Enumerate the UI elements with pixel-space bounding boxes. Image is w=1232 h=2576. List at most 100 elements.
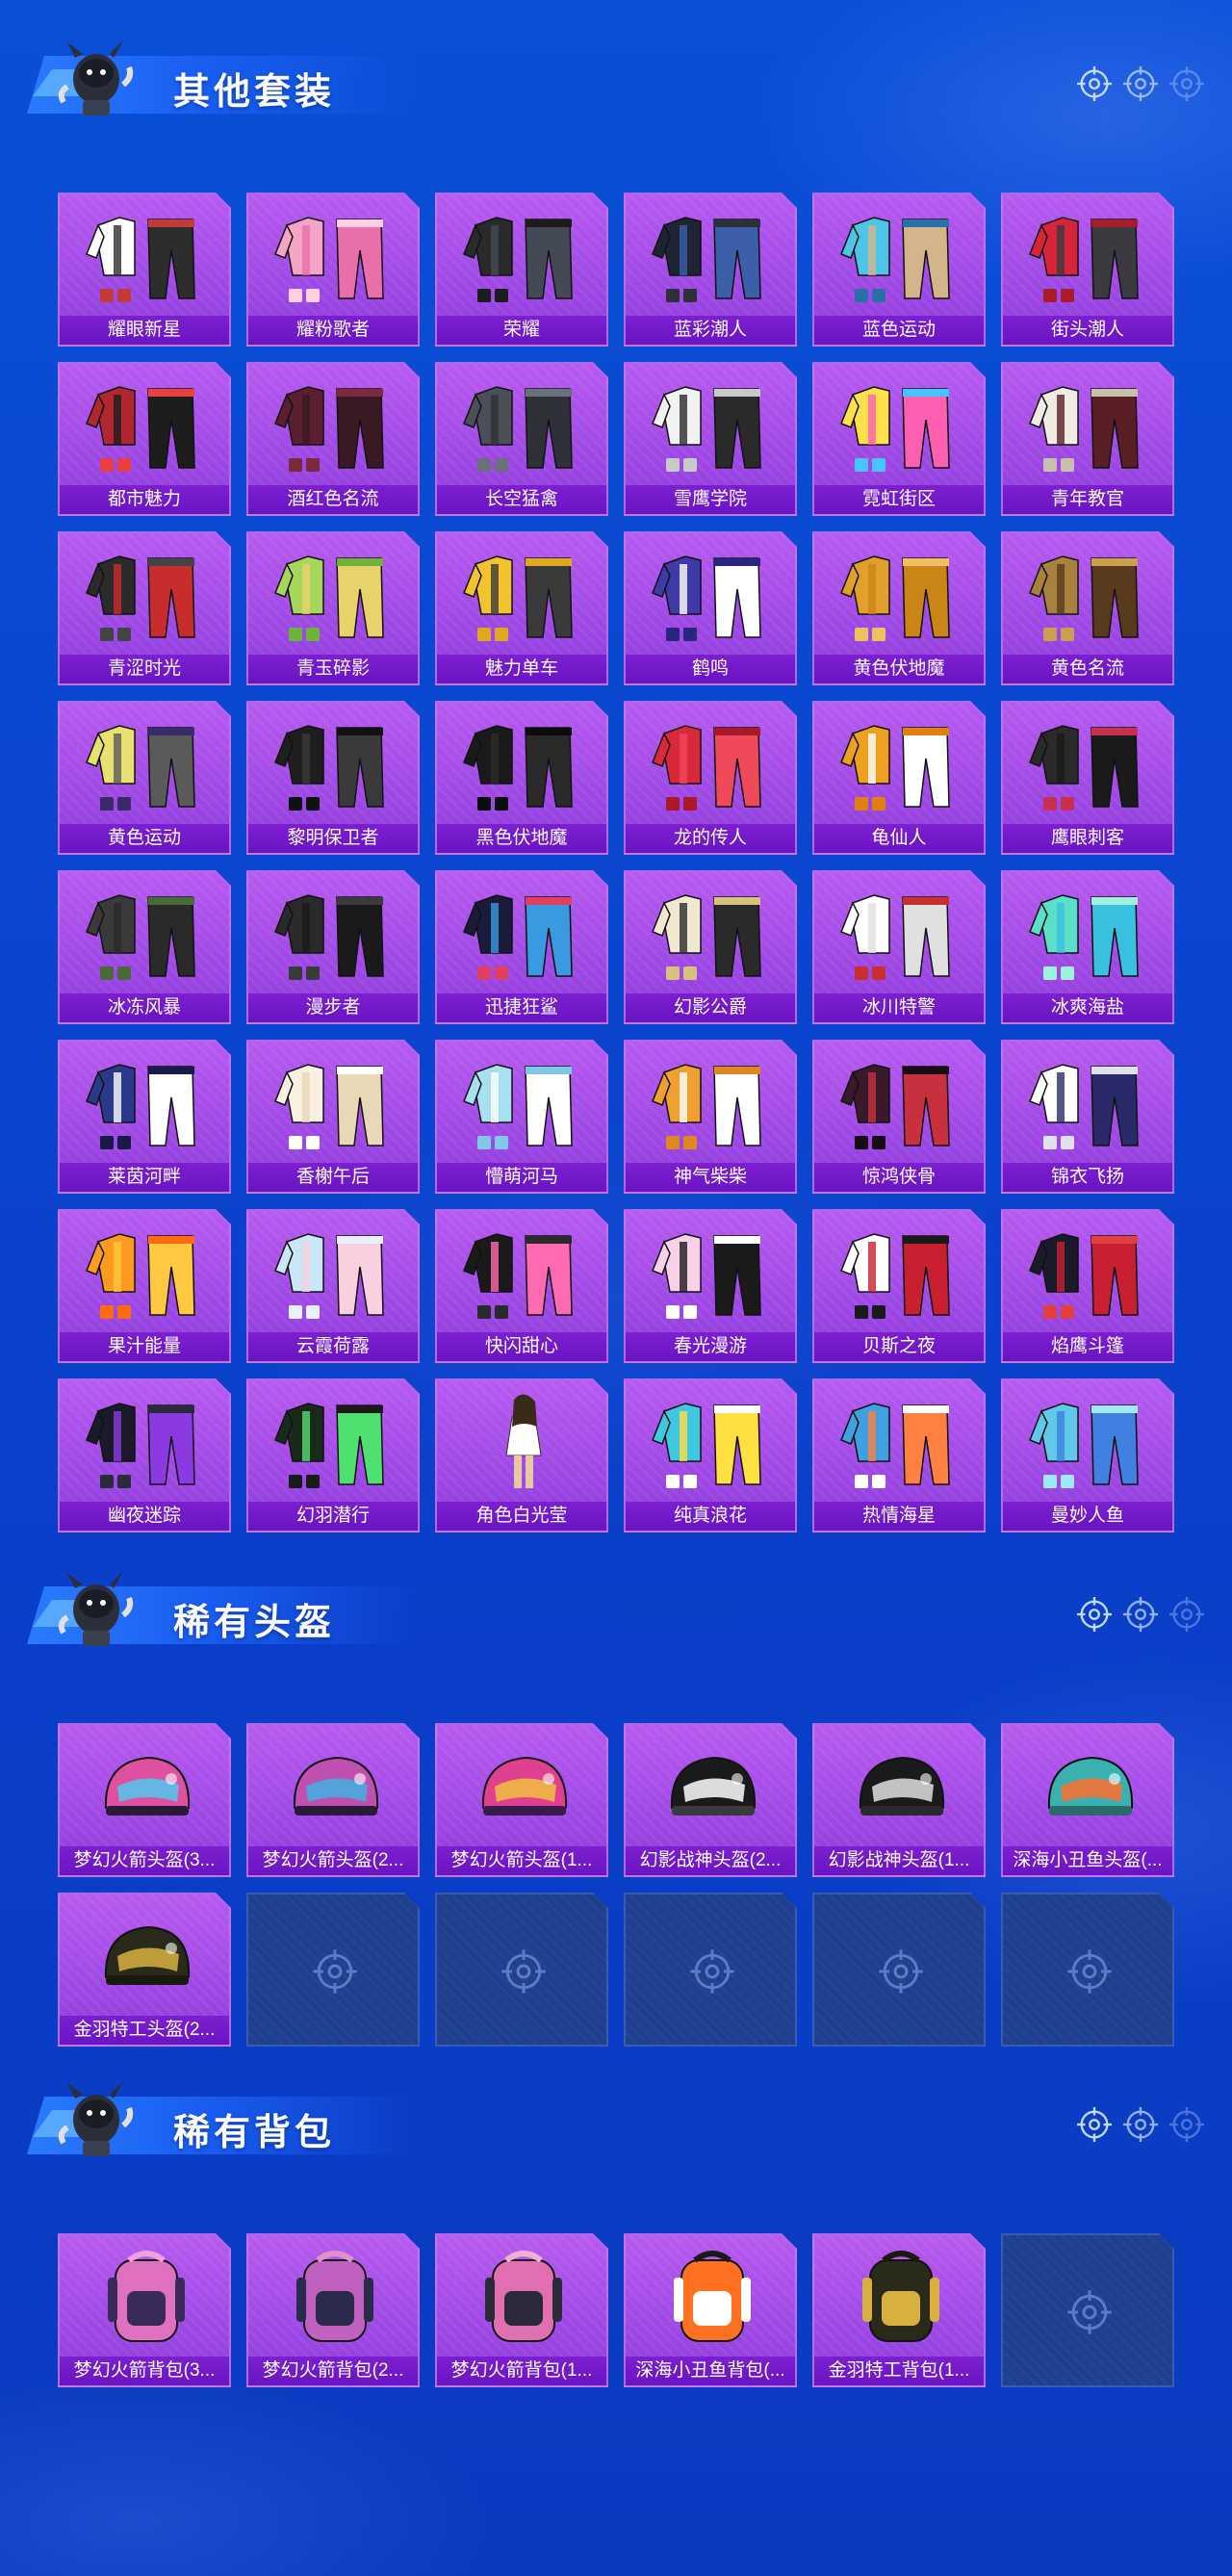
outfit-icon — [79, 541, 214, 649]
item-card[interactable]: 雪鹰学院 — [624, 362, 797, 516]
item-card[interactable]: 曼妙人鱼 — [1001, 1378, 1174, 1533]
item-label: 冰冻风暴 — [60, 993, 229, 1022]
item-card[interactable]: 金羽特工背包(1... — [812, 2233, 986, 2387]
item-card[interactable]: 长空猛禽 — [435, 362, 608, 516]
item-card[interactable]: 都市魅力 — [58, 362, 231, 516]
outfit-icon — [456, 372, 591, 479]
crosshair-icon — [1076, 65, 1113, 102]
item-card[interactable]: 梦幻火箭背包(1... — [435, 2233, 608, 2387]
item-label: 金羽特工头盔(2... — [60, 2016, 229, 2045]
item-card[interactable]: 黄色伏地魔 — [812, 531, 986, 685]
item-label: 焰鹰斗篷 — [1003, 1332, 1172, 1361]
item-card[interactable]: 纯真浪花 — [624, 1378, 797, 1533]
item-card[interactable]: 金羽特工头盔(2... — [58, 1893, 231, 2047]
item-card[interactable]: 蓝彩潮人 — [624, 193, 797, 347]
item-card[interactable]: 梦幻火箭背包(2... — [246, 2233, 420, 2387]
item-label: 角色白光莹 — [437, 1502, 606, 1531]
item-card[interactable]: 青涩时光 — [58, 531, 231, 685]
outfit-icon — [645, 1388, 780, 1496]
item-card[interactable]: 快闪甜心 — [435, 1209, 608, 1363]
item-label: 莱茵河畔 — [60, 1163, 229, 1192]
item-label: 耀粉歌者 — [248, 316, 418, 345]
section-title: 稀有头盔 — [173, 1603, 336, 1643]
backpack-icon — [456, 2243, 591, 2351]
item-card[interactable]: 鹤鸣 — [624, 531, 797, 685]
item-card[interactable]: 焰鹰斗篷 — [1001, 1209, 1174, 1363]
item-card[interactable]: 幽夜迷踪 — [58, 1378, 231, 1533]
item-label: 幻羽潜行 — [248, 1502, 418, 1531]
item-label: 惊鸿侠骨 — [814, 1163, 984, 1192]
item-card[interactable]: 惊鸿侠骨 — [812, 1040, 986, 1194]
item-card[interactable]: 荣耀 — [435, 193, 608, 347]
item-card[interactable]: 神气柴柴 — [624, 1040, 797, 1194]
crosshair-icon — [1076, 1596, 1113, 1633]
item-card[interactable]: 梦幻火箭头盔(1... — [435, 1723, 608, 1877]
decor-targets — [1066, 2106, 1220, 2145]
item-card[interactable]: 耀粉歌者 — [246, 193, 420, 347]
item-card[interactable]: 酒红色名流 — [246, 362, 420, 516]
item-card[interactable]: 角色白光莹 — [435, 1378, 608, 1533]
helmet-icon — [79, 1733, 214, 1841]
item-card[interactable]: 云霞荷露 — [246, 1209, 420, 1363]
item-card[interactable]: 梦幻火箭头盔(2... — [246, 1723, 420, 1877]
item-card[interactable]: 迅捷狂鲨 — [435, 870, 608, 1024]
item-card[interactable]: 冰爽海盐 — [1001, 870, 1174, 1024]
outfit-icon — [456, 1219, 591, 1327]
item-card[interactable]: 梦幻火箭头盔(3... — [58, 1723, 231, 1877]
item-card[interactable]: 莱茵河畔 — [58, 1040, 231, 1194]
item-card[interactable]: 龙的传人 — [624, 701, 797, 855]
item-label: 曼妙人鱼 — [1003, 1502, 1172, 1531]
item-card[interactable]: 贝斯之夜 — [812, 1209, 986, 1363]
empty-slot — [624, 1893, 797, 2047]
item-card[interactable]: 黎明保卫者 — [246, 701, 420, 855]
outfit-icon — [456, 880, 591, 988]
item-label: 荣耀 — [437, 316, 606, 345]
item-card[interactable]: 霓虹街区 — [812, 362, 986, 516]
item-card[interactable]: 青玉碎影 — [246, 531, 420, 685]
item-card[interactable]: 果汁能量 — [58, 1209, 231, 1363]
item-card[interactable]: 懵萌河马 — [435, 1040, 608, 1194]
item-card[interactable]: 幻影公爵 — [624, 870, 797, 1024]
item-card[interactable]: 街头潮人 — [1001, 193, 1174, 347]
item-card[interactable]: 黄色名流 — [1001, 531, 1174, 685]
outfit-icon — [79, 1049, 214, 1157]
item-card[interactable]: 梦幻火箭背包(3... — [58, 2233, 231, 2387]
character-icon — [456, 1388, 591, 1496]
item-label: 锦衣飞扬 — [1003, 1163, 1172, 1192]
item-card[interactable]: 锦衣飞扬 — [1001, 1040, 1174, 1194]
item-card[interactable]: 龟仙人 — [812, 701, 986, 855]
item-card[interactable]: 漫步者 — [246, 870, 420, 1024]
outfit-icon — [79, 1219, 214, 1327]
item-card[interactable]: 幻羽潜行 — [246, 1378, 420, 1533]
item-card[interactable]: 黑色伏地魔 — [435, 701, 608, 855]
item-card[interactable]: 魅力单车 — [435, 531, 608, 685]
crosshair-icon — [1122, 1596, 1159, 1633]
item-card[interactable]: 冰冻风暴 — [58, 870, 231, 1024]
item-card[interactable]: 春光漫游 — [624, 1209, 797, 1363]
item-card[interactable]: 黄色运动 — [58, 701, 231, 855]
item-card[interactable]: 热情海星 — [812, 1378, 986, 1533]
item-card[interactable]: 鹰眼刺客 — [1001, 701, 1174, 855]
item-label: 鹤鸣 — [626, 655, 795, 683]
outfit-icon — [645, 372, 780, 479]
crosshair-icon — [312, 1948, 358, 1995]
item-card[interactable]: 蓝色运动 — [812, 193, 986, 347]
item-label: 梦幻火箭头盔(2... — [248, 1846, 418, 1875]
item-label: 幽夜迷踪 — [60, 1502, 229, 1531]
item-card[interactable]: 香榭午后 — [246, 1040, 420, 1194]
helmet-icon — [456, 1733, 591, 1841]
item-card[interactable]: 深海小丑鱼头盔(... — [1001, 1723, 1174, 1877]
item-card[interactable]: 幻影战神头盔(1... — [812, 1723, 986, 1877]
outfit-icon — [834, 1219, 968, 1327]
helmet-icon — [1022, 1733, 1157, 1841]
outfit-icon — [1022, 372, 1157, 479]
item-card[interactable]: 冰川特警 — [812, 870, 986, 1024]
item-label: 神气柴柴 — [626, 1163, 795, 1192]
item-label: 幻影公爵 — [626, 993, 795, 1022]
crosshair-icon — [1122, 2106, 1159, 2143]
outfit-icon — [834, 541, 968, 649]
item-card[interactable]: 耀眼新星 — [58, 193, 231, 347]
item-card[interactable]: 深海小丑鱼背包(... — [624, 2233, 797, 2387]
item-card[interactable]: 青年教官 — [1001, 362, 1174, 516]
item-card[interactable]: 幻影战神头盔(2... — [624, 1723, 797, 1877]
